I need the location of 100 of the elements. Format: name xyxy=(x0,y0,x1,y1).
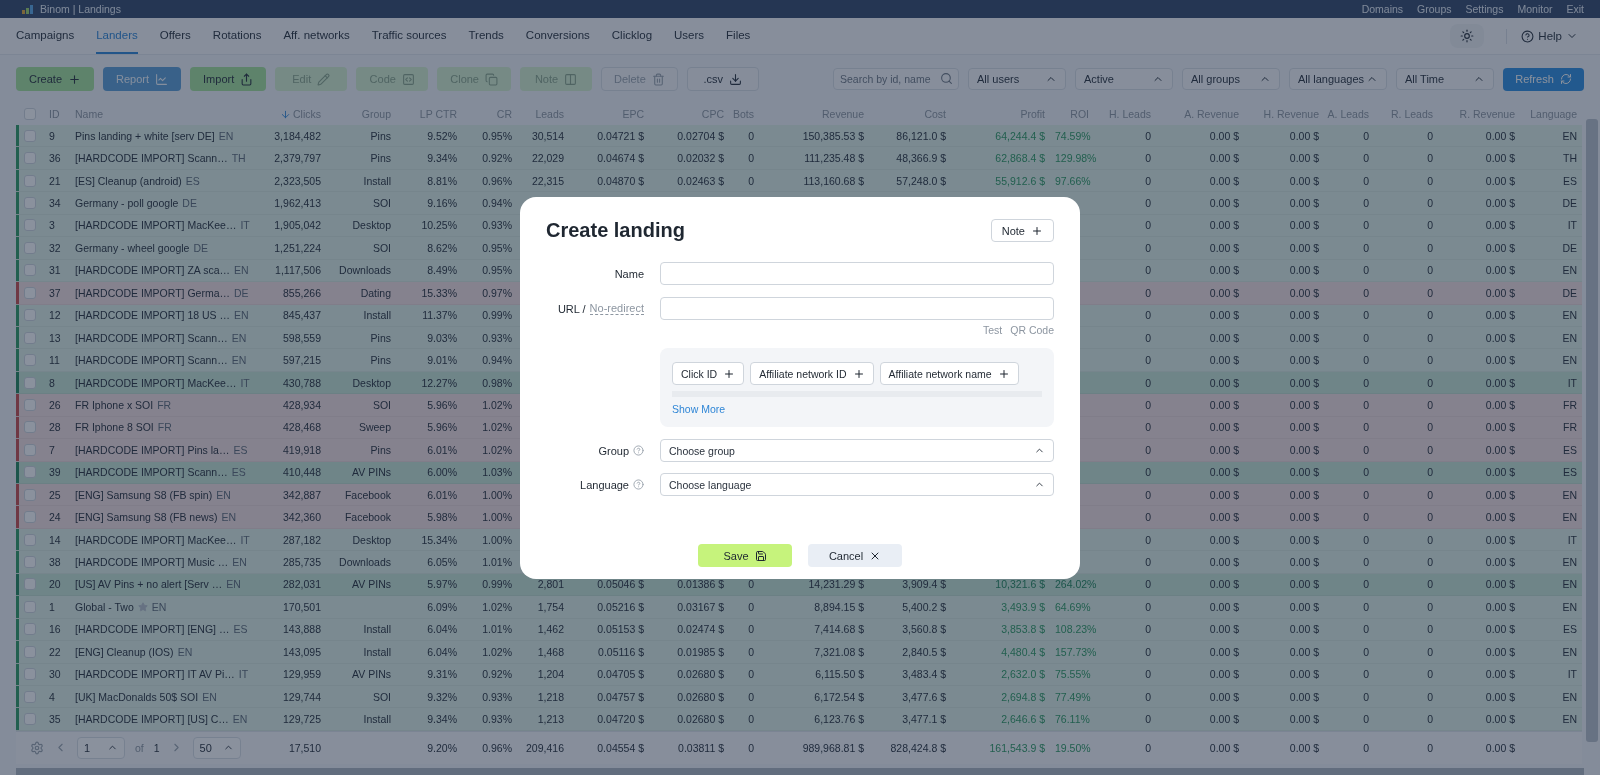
table-cell-text: 0.00 $ xyxy=(1208,741,1240,754)
table-cell-text: 0 xyxy=(1362,398,1370,411)
table-cell-text: 0.02680 $ xyxy=(676,690,725,703)
table-cell-text: 0.00 $ xyxy=(1484,623,1516,636)
table-cell-text: 24 xyxy=(48,511,62,524)
table-cell-text: 0 xyxy=(1426,713,1434,726)
table-cell-text: Desktop xyxy=(351,533,392,546)
table-cell-text: 2,646.6 $ xyxy=(1000,713,1046,726)
table-cell-text: 0.00 $ xyxy=(1288,623,1320,636)
table-cell-text: 0.00 $ xyxy=(1208,533,1240,546)
table-cell-text: 0.00 $ xyxy=(1208,690,1240,703)
table-cell-text: 0.94% xyxy=(481,197,513,210)
table-cell-text: 0 xyxy=(1362,600,1370,613)
table-cell-text: 1.02% xyxy=(481,443,513,456)
table-cell-text: 0.00 $ xyxy=(1208,129,1240,142)
table-cell-text: 25 xyxy=(48,488,62,501)
table-cell-text: 0 xyxy=(1426,264,1434,277)
table-cell-text: 0.00 $ xyxy=(1208,174,1240,187)
table-cell-text: Pins xyxy=(369,152,392,165)
table-cell-text: 26 xyxy=(48,398,62,411)
table-cell-text: 0 xyxy=(1426,219,1434,232)
table-cell-text: DE xyxy=(1561,286,1578,299)
table-cell-text: 0 xyxy=(1426,421,1434,434)
lander-name: [HARDCODE IMPORT] [US] C… xyxy=(75,713,229,726)
table-cell-text: ES xyxy=(1562,466,1578,479)
table-cell-text: 0.04757 $ xyxy=(596,690,645,703)
table-cell-text: ES xyxy=(1562,443,1578,456)
lander-name: [HARDCODE IMPORT] Scann… xyxy=(75,331,228,344)
table-cell-text: 0.00 $ xyxy=(1288,152,1320,165)
table-cell-text: 1,754 xyxy=(536,600,565,613)
table-cell-text: 3,493.9 $ xyxy=(1000,600,1046,613)
table-cell-text: 9.34% xyxy=(426,152,458,165)
table-cell-text: 0.00 $ xyxy=(1484,286,1516,299)
table-cell-text: 0 xyxy=(1362,713,1370,726)
table-cell-text: 0 xyxy=(747,690,755,703)
table-cell-text: 143,095 xyxy=(282,645,322,658)
table-cell-text: 0 xyxy=(1426,309,1434,322)
table-cell-text: 77.49% xyxy=(1054,690,1092,703)
table-cell-text: 0 xyxy=(1362,443,1370,456)
table-cell-text: 0 xyxy=(1144,668,1152,681)
table-cell-text: 0 xyxy=(1144,578,1152,591)
table-cell-text: 0 xyxy=(1144,197,1152,210)
table-cell-text: 143,888 xyxy=(282,623,322,636)
table-cell-text: 855,266 xyxy=(282,286,322,299)
table-cell-text: IT xyxy=(1566,668,1578,681)
table-cell-text: 111,235.48 $ xyxy=(803,152,865,165)
table-cell-text: 74.59% xyxy=(1054,129,1092,142)
table-cell-text: 0.00 $ xyxy=(1484,398,1516,411)
table-cell-text: 0.00 $ xyxy=(1484,264,1516,277)
table-cell-text: 150,385.53 $ xyxy=(801,129,865,142)
table-cell-text: 5.96% xyxy=(426,421,458,434)
app-title: Binom | Landings xyxy=(40,3,121,15)
table-cell-text: 1.02% xyxy=(481,645,513,658)
table-cell-text: 0 xyxy=(1144,354,1152,367)
table-cell-text: 0.00 $ xyxy=(1484,488,1516,501)
table-cell-text: 0 xyxy=(1144,488,1152,501)
table-cell-text: 0 xyxy=(1362,129,1370,142)
table-cell-text: 0.00 $ xyxy=(1484,578,1516,591)
language-tag: EN xyxy=(234,309,249,322)
table-cell-text: 3 xyxy=(48,219,56,232)
table-cell-text: 0 xyxy=(747,578,755,591)
table-cell-text: 0.02704 $ xyxy=(676,129,725,142)
table-cell-text: EN xyxy=(1561,690,1578,703)
table-cell-text: Install xyxy=(362,309,392,322)
table-cell-text: 0.04554 $ xyxy=(596,741,645,754)
table-cell-text: 0.01386 $ xyxy=(676,578,725,591)
table-cell-text: 0 xyxy=(1144,511,1152,524)
language-tag: IT xyxy=(240,219,250,232)
table-cell-text: Install xyxy=(362,713,392,726)
table-cell-text: 36 xyxy=(48,152,62,165)
table-cell-text: 0.05153 $ xyxy=(596,623,645,636)
table-cell-text: 0 xyxy=(1144,600,1152,613)
table-cell-text: Downloads xyxy=(338,556,392,569)
table-cell-text: 0 xyxy=(1362,197,1370,210)
table-cell-text: EN xyxy=(1561,488,1578,501)
table-cell-text: 0 xyxy=(1362,331,1370,344)
table-cell-text: 0.05046 $ xyxy=(596,578,645,591)
table-cell-text: 0.00 $ xyxy=(1208,152,1240,165)
language-tag: EN xyxy=(177,645,193,658)
table-cell-text: 282,031 xyxy=(282,578,322,591)
language-tag: DE xyxy=(234,286,249,299)
table-cell-text: EN xyxy=(1561,511,1578,524)
language-tag: EN xyxy=(221,511,236,524)
table-cell-text: 1 xyxy=(48,600,56,613)
table-cell-text: IT xyxy=(1566,219,1578,232)
table-cell-text: 342,360 xyxy=(282,511,322,524)
table-cell-text: DE xyxy=(1561,197,1578,210)
table-cell-text: 0 xyxy=(1426,174,1434,187)
table-cell-text: 0 xyxy=(1426,354,1434,367)
table-cell-text: 0.00 $ xyxy=(1288,241,1320,254)
table-cell-text: 6,115.50 $ xyxy=(814,668,865,681)
table-cell-text: 0.00 $ xyxy=(1208,241,1240,254)
table-cell-text: 2,379,797 xyxy=(273,152,322,165)
table-cell-text: 0 xyxy=(1362,741,1370,754)
table-cell-text: 0 xyxy=(1362,174,1370,187)
table-cell-text: EN xyxy=(1561,556,1578,569)
table-cell-text: 34 xyxy=(48,197,62,210)
table-cell-text: Pins xyxy=(369,354,392,367)
table-cell-text: 0.04870 $ xyxy=(596,174,645,187)
table-cell-text: 287,182 xyxy=(282,533,322,546)
